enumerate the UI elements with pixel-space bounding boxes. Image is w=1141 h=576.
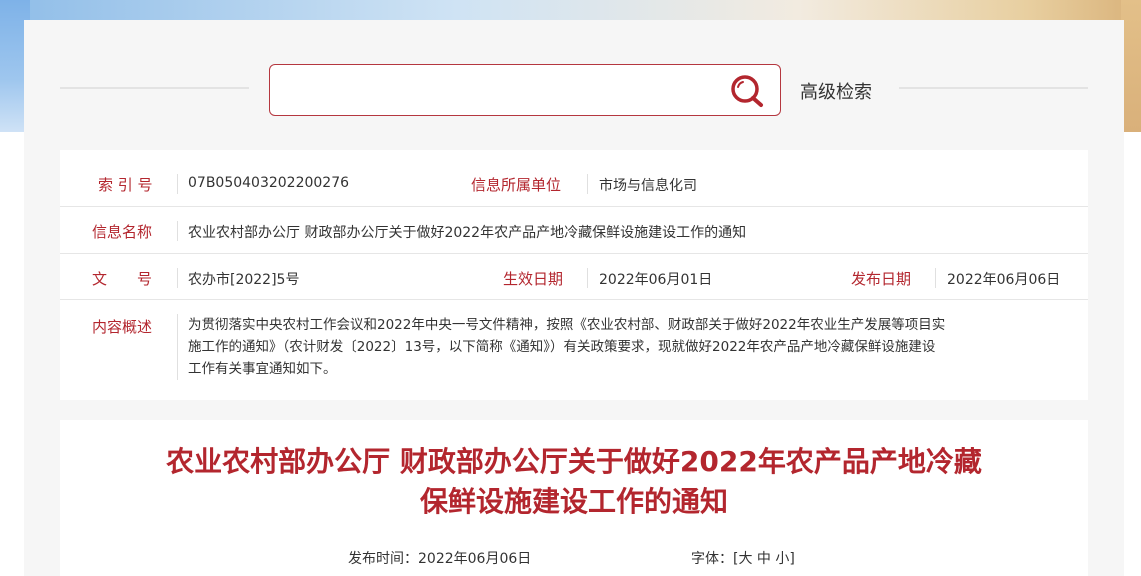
separator [177,314,178,380]
separator [935,268,936,288]
index-value: 07B050403202200276 [188,175,350,191]
article-title-line: 保鲜设施建设工作的通知 [419,485,728,518]
article-panel: 农业农村部办公厅 财政部办公厅关于做好2022年农产品产地冷藏 保鲜设施建设工作… [60,420,1088,576]
article-title: 农业农村部办公厅 财政部办公厅关于做好2022年农产品产地冷藏 保鲜设施建设工作… [60,442,1088,522]
publish-date-label: 发布日期 [851,270,912,288]
bracket-close: ] [789,551,795,567]
docno-label: 文 号 [92,270,153,288]
publish-date-value: 2022年06月06日 [947,272,1061,288]
font-size-small[interactable]: 小 [775,551,789,567]
separator [587,174,588,194]
unit-label: 信息所属单位 [471,176,562,194]
divider-right [899,87,1088,89]
docno-value: 农办市[2022]5号 [188,272,300,288]
advanced-search-link[interactable]: 高级检索 [800,78,872,104]
summary-line: 工作有关事宜通知如下。 [188,361,337,377]
separator [587,268,588,288]
divider-left [60,87,249,89]
summary-line: 为贯彻落实中央农村工作会议和2022年中央一号文件精神，按照《农业农村部、财政部… [188,317,946,333]
search-row: 高级检索 [24,20,1124,150]
search-button[interactable] [728,73,766,109]
banner-right [1121,0,1141,132]
effective-date-value: 2022年06月01日 [599,272,713,288]
name-label: 信息名称 [92,223,153,241]
font-size-control: 字体：[大 中 小] [691,548,795,568]
info-row-name: 信息名称 农业农村部办公厅 财政部办公厅关于做好2022年农产品产地冷藏保鲜设施… [60,207,1088,254]
info-row-index: 索 引 号 07B050403202200276 信息所属单位 市场与信息化司 [60,160,1088,207]
info-row-summary: 内容概述 为贯彻落实中央农村工作会议和2022年中央一号文件精神，按照《农业农村… [60,300,1088,386]
separator [177,221,178,241]
font-size-medium[interactable]: 中 [757,551,771,567]
separator [177,268,178,288]
font-size-large[interactable]: 大 [738,551,752,567]
banner-top [0,0,1141,20]
summary-line: 施工作的通知》（农计财发〔2022〕13号，以下简称《通知》）有关政策要求，现就… [188,339,936,355]
name-value: 农业农村部办公厅 财政部办公厅关于做好2022年农产品产地冷藏保鲜设施建设工作的… [188,225,747,241]
search-input[interactable] [282,75,712,105]
info-row-docno: 文 号 农办市[2022]5号 生效日期 2022年06月01日 发布日期 20… [60,254,1088,300]
index-label: 索 引 号 [98,176,153,194]
font-size-label: 字体： [691,551,733,567]
info-table: 索 引 号 07B050403202200276 信息所属单位 市场与信息化司 … [60,150,1088,400]
article-title-line: 农业农村部办公厅 财政部办公厅关于做好2022年农产品产地冷藏 [166,445,982,478]
effective-date-label: 生效日期 [503,270,564,288]
separator [177,174,178,194]
summary-label: 内容概述 [92,318,153,336]
unit-value: 市场与信息化司 [599,178,697,194]
summary-text: 为贯彻落实中央农村工作会议和2022年中央一号文件精神，按照《农业农村部、财政部… [188,314,1083,380]
search-icon [731,75,763,107]
search-box[interactable] [269,64,781,116]
publish-time: 发布时间：2022年06月06日 [348,551,532,567]
